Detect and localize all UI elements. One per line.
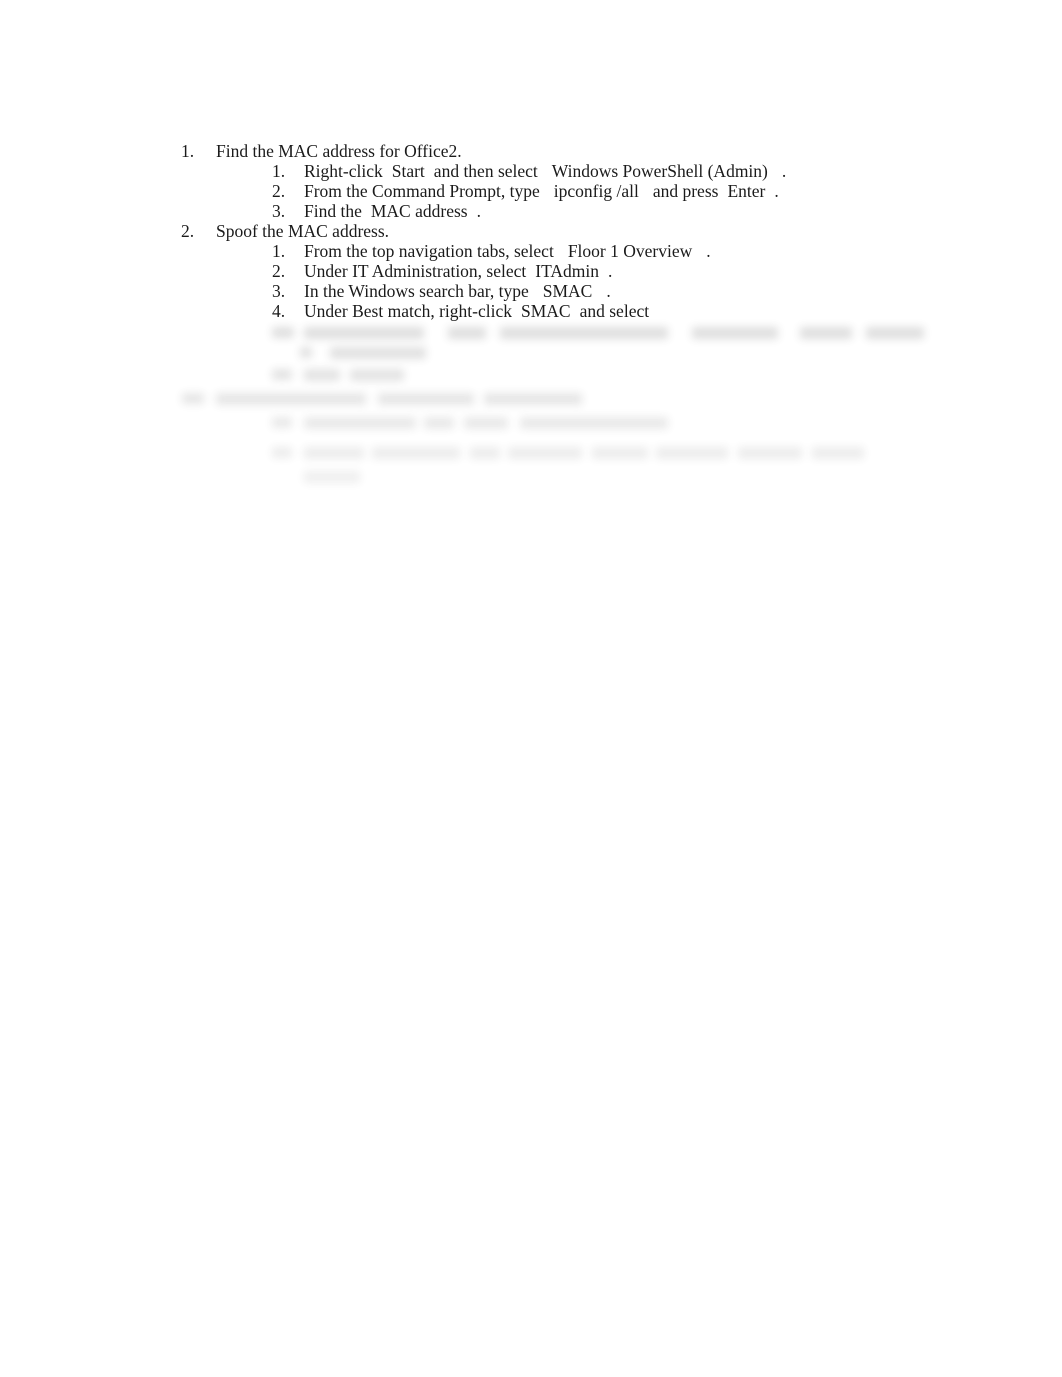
instruction-substep: 2. From the Command Prompt, type ipconfig … [0,181,1062,201]
substep-marker: 2. [272,261,286,281]
blurred-text-fragment [424,417,454,429]
substep-ui-reference: SMAC [521,301,571,321]
substep-text-run: . [606,281,611,301]
instruction-substep: 4. Under Best match, right-click SMAC and s… [0,301,1062,321]
substep-text-run: and press [652,181,719,201]
blurred-text-fragment [378,393,474,405]
blurred-text-fragment [304,369,340,381]
substep-text-run: Under IT Administration, select [304,261,527,281]
blurred-text-fragment [800,327,852,339]
substep-list: 1. From the top navigation tabs, select Fl… [0,241,1062,321]
step-marker: 2. [181,221,195,241]
blurred-text-fragment [484,393,582,405]
blurred-content-region [0,325,1062,520]
substep-text-run: From the Command Prompt, type [304,181,540,201]
substep-text-run: Under Best match, right-click [304,301,512,321]
instruction-list-container: 1. Find the MAC address for Office2. 1. Rig… [0,141,1062,321]
blurred-text-fragment [304,417,416,429]
blurred-text-fragment [300,347,312,358]
substep-text-run: and then select [433,161,538,181]
blurred-text-fragment [304,471,360,483]
blurred-text-fragment [304,447,364,459]
blurred-text-fragment [272,327,294,338]
substep-text-run: From the top navigation tabs, select [304,241,554,261]
substep-marker: 3. [272,281,286,301]
blurred-text-fragment [656,447,728,459]
blurred-text-fragment [738,447,802,459]
blurred-text-fragment [592,447,648,459]
blurred-text-fragment [330,347,426,359]
substep-ui-reference: Enter [727,181,766,201]
blurred-text-fragment [500,327,668,339]
document-page: 1. Find the MAC address for Office2. 1. Rig… [0,0,1062,1377]
step-text: Spoof the MAC address. [216,221,390,241]
blurred-text-fragment [372,447,460,459]
blurred-text-fragment [272,447,292,458]
blurred-text-fragment [272,369,292,380]
instruction-step: 1. Find the MAC address for Office2. [0,141,1062,161]
substep-marker: 3. [272,201,286,221]
blurred-text-fragment [350,369,404,381]
blurred-text-fragment [470,447,500,459]
substep-marker: 2. [272,181,286,201]
blurred-text-fragment [272,417,292,428]
substep-marker: 1. [272,241,286,261]
instruction-substep: 3. In the Windows search bar, type SMAC. [0,281,1062,301]
substep-ui-reference: ITAdmin [535,261,600,281]
substep-ui-reference: Start [391,161,425,181]
blurred-text-fragment [520,417,668,429]
substep-text-run: Right-click [304,161,383,181]
substep-ui-reference: SMAC [542,281,593,301]
step-text: Find the MAC address for Office2. [216,141,462,161]
substep-text-run: . [476,201,481,221]
substep-ui-reference: Floor 1 Overview [567,241,693,261]
step-marker: 1. [181,141,195,161]
instruction-substep: 2. Under IT Administration, select ITAdmin… [0,261,1062,281]
substep-text-run: In the Windows search bar, type [304,281,529,301]
instruction-substep: 1. Right-click Start and then select Windows… [0,161,1062,181]
substep-list: 1. Right-click Start and then select Windows… [0,161,1062,221]
substep-marker: 1. [272,161,286,181]
instruction-list: 1. Find the MAC address for Office2. 1. Rig… [0,141,1062,321]
substep-text-run: . [608,261,613,281]
substep-text-run: Find the [304,201,362,221]
blurred-text-fragment [464,417,508,429]
substep-text-run: . [781,161,787,181]
substep-text-run: and select [579,301,650,321]
blurred-text-fragment [304,327,424,339]
blurred-text-fragment [812,447,864,459]
substep-ui-reference: MAC address [370,201,468,221]
substep-ui-reference: ipconfig /all [553,181,639,201]
substep-ui-reference: Windows PowerShell (Admin) [551,161,768,181]
instruction-step: 2. Spoof the MAC address. [0,221,1062,241]
substep-text-run: . [706,241,711,261]
substep-marker: 4. [272,301,286,321]
blurred-text-fragment [216,393,366,405]
blurred-text-fragment [866,327,924,339]
blurred-text-fragment [448,327,486,339]
instruction-substep: 3. Find the MAC address. [0,201,1062,221]
instruction-substep: 1. From the top navigation tabs, select Fl… [0,241,1062,261]
blurred-text-fragment [182,393,204,404]
blurred-text-fragment [692,327,778,339]
substep-text-run: . [774,181,779,201]
blurred-text-fragment [508,447,582,459]
